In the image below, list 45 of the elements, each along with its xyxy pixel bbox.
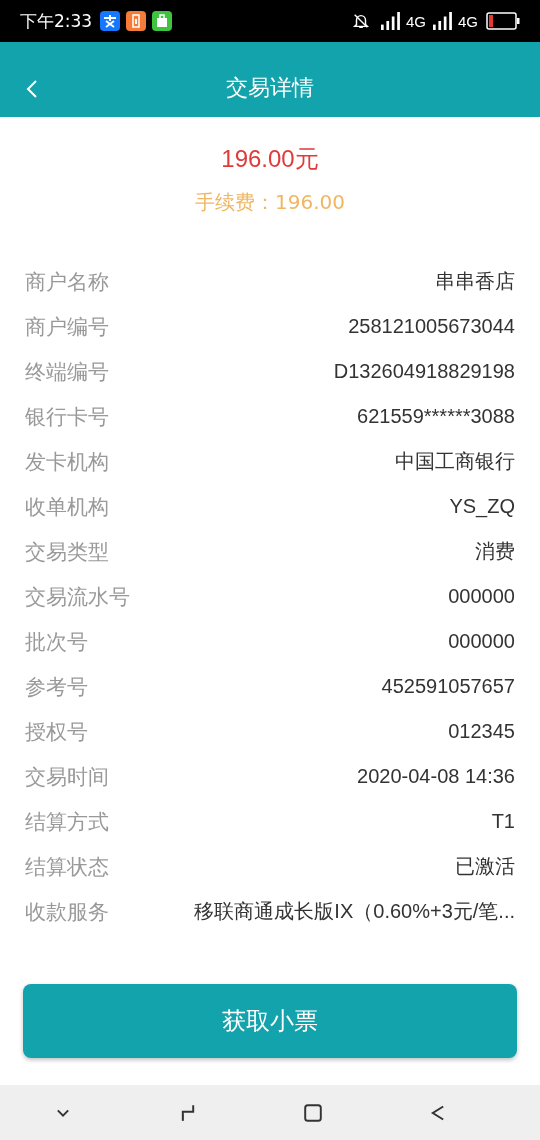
field-value: 452591057657: [381, 675, 515, 698]
field-label: 结算状态: [25, 853, 109, 881]
network-type: 4G: [458, 12, 478, 30]
field-label: 结算方式: [25, 808, 109, 836]
field-label: 发卡机构: [25, 448, 109, 476]
field-value: YS_ZQ: [449, 495, 515, 518]
field-label: 交易时间: [25, 763, 109, 791]
payment-app-icon: [100, 11, 121, 31]
field-value: 000000: [448, 630, 515, 653]
status-time: 下午2:33: [20, 9, 93, 33]
field-label: 商户名称: [25, 268, 109, 296]
field-value: 000000: [448, 585, 515, 608]
get-receipt-button[interactable]: 获取小票: [23, 984, 517, 1058]
fee: 手续费：196.00: [195, 189, 345, 216]
page-title: 交易详情: [226, 74, 314, 102]
field-value: 已激活: [455, 854, 515, 879]
field-value: D132604918829198: [333, 360, 515, 383]
field-value: 258121005673044: [348, 315, 515, 338]
field-label: 交易流水号: [25, 583, 130, 611]
signal-icon: [379, 12, 400, 30]
field-label: 交易类型: [25, 538, 109, 566]
shopping-bag-icon: [152, 11, 173, 31]
field-label: 银行卡号: [25, 403, 109, 431]
signal-icon: [432, 12, 452, 30]
battery-icon: [486, 12, 520, 30]
muted-bell-icon: [351, 12, 370, 30]
field-value: 621559******3088: [357, 405, 515, 428]
field-label: 收单机构: [25, 493, 109, 521]
field-label: 批次号: [25, 628, 88, 656]
field-value: 串串香店: [435, 269, 515, 294]
back-icon[interactable]: [26, 79, 38, 99]
battery-app-icon: [126, 11, 147, 31]
field-value: 移联商通成长版IX（0.60%+3元/笔...: [194, 899, 515, 924]
amount: 196.00元: [221, 144, 319, 174]
field-value: T1: [491, 810, 515, 833]
field-label: 终端编号: [25, 358, 109, 386]
field-label: 参考号: [25, 673, 88, 701]
field-value: 消费: [475, 539, 515, 564]
field-label: 商户编号: [25, 313, 109, 341]
network-type: 4G: [405, 12, 426, 30]
field-value: 中国工商银行: [395, 449, 515, 474]
field-label: 收款服务: [25, 898, 109, 926]
field-value: 2020-04-08 14:36: [357, 765, 515, 788]
field-value: 012345: [448, 720, 515, 743]
field-label: 授权号: [25, 718, 88, 746]
